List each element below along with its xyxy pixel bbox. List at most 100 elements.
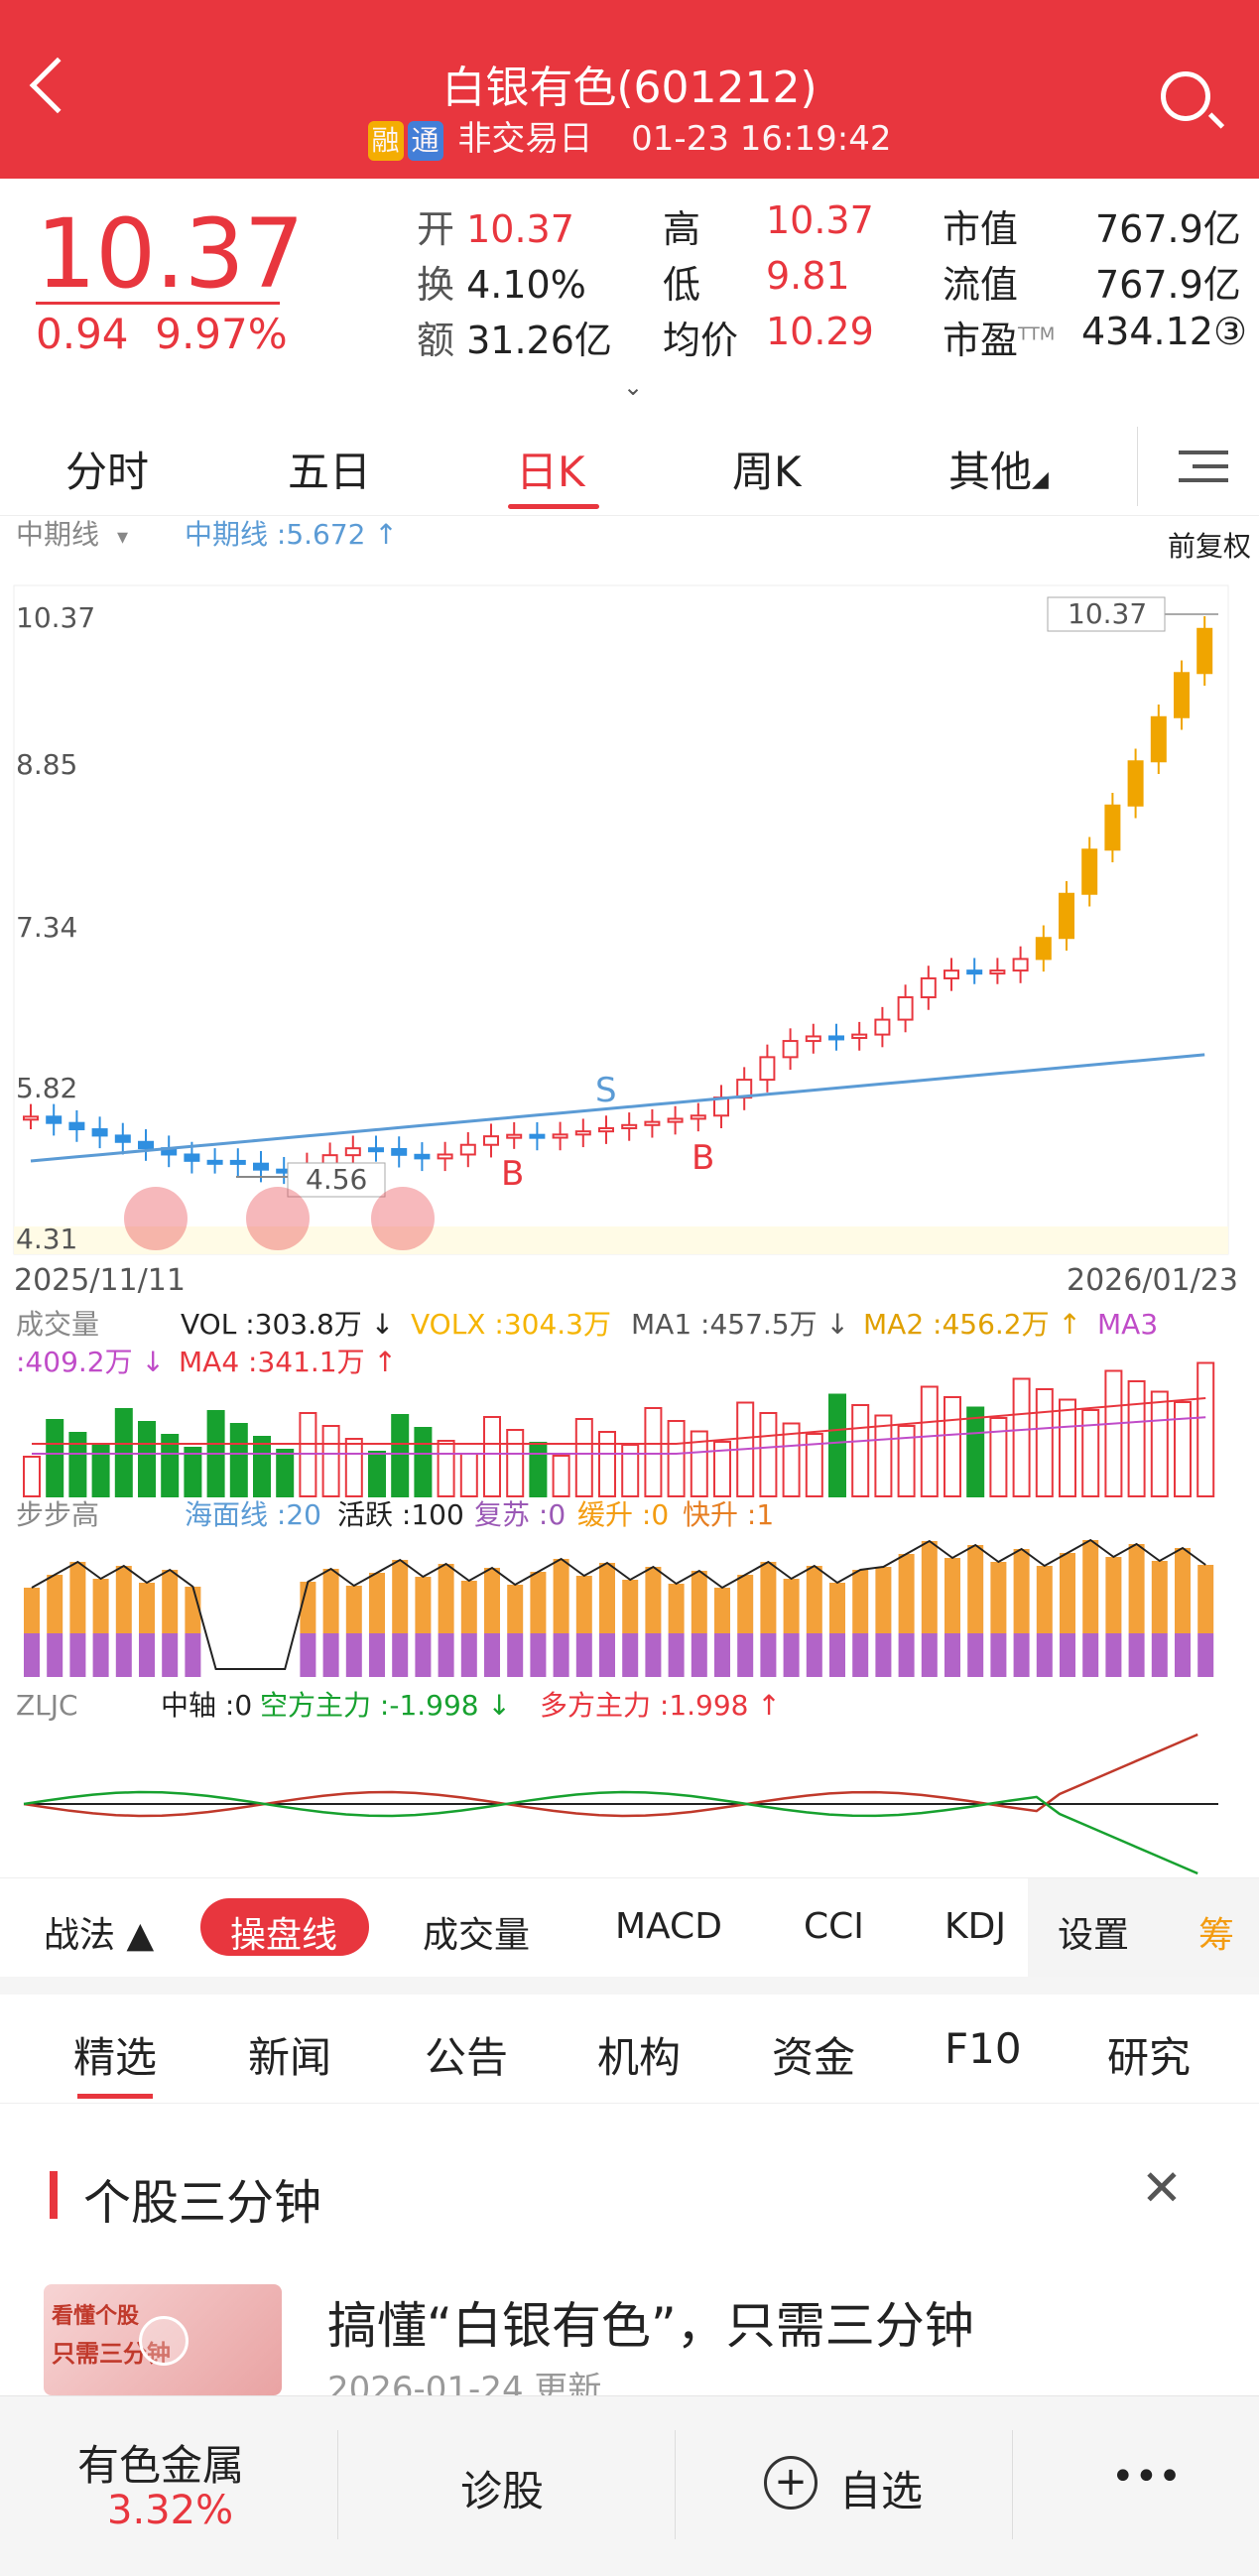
- margin-tag: 融: [367, 120, 404, 161]
- candle-body: [574, 1130, 591, 1136]
- step-bar-purple: [92, 1633, 109, 1677]
- step-bar-orange: [1013, 1549, 1030, 1633]
- step-bar-orange: [1105, 1557, 1122, 1633]
- ma4-value: MA4 :341.1万 ↑: [179, 1346, 397, 1378]
- tab-research[interactable]: 研究: [1107, 2024, 1191, 2085]
- volume-bar: [552, 1455, 570, 1497]
- candle-body: [459, 1143, 476, 1156]
- volume-bar: [229, 1423, 248, 1497]
- step-bar-purple: [322, 1633, 339, 1677]
- pe-value: 434.12③: [1081, 310, 1248, 353]
- volume-bar: [184, 1447, 202, 1497]
- divider: [675, 2430, 676, 2539]
- step-bar-purple: [530, 1633, 547, 1677]
- volume-label: 成交量: [16, 1308, 99, 1341]
- tab-announcements[interactable]: 公告: [425, 2024, 508, 2085]
- tab-daily-k[interactable]: 日K: [516, 439, 585, 499]
- volume-bar: [1174, 1401, 1192, 1497]
- stock-title: 白银有色(601212): [441, 63, 818, 113]
- candle-body: [483, 1135, 499, 1146]
- tab-funds[interactable]: 资金: [772, 2024, 855, 2085]
- volume-bar: [828, 1393, 846, 1497]
- macd-indicator[interactable]: MACD: [615, 1906, 722, 1947]
- step-bar-purple: [921, 1633, 938, 1677]
- vol-value: VOL :303.8万 ↓: [181, 1308, 394, 1341]
- strategy-menu[interactable]: 战法 ▲: [44, 1906, 154, 1958]
- volume-bar: [414, 1427, 433, 1497]
- tab-weekly-k[interactable]: 周K: [732, 439, 802, 499]
- k-line-chart[interactable]: 中期线 ▾ 中期线 :5.672 ↑ 前复权 10.37 8.85 7.34 5…: [0, 508, 1259, 1877]
- price-underline: [36, 302, 280, 305]
- bbg-active: 活跃 :100: [337, 1498, 464, 1531]
- candle-body: [437, 1153, 453, 1160]
- chart-settings-list-icon[interactable]: [1179, 447, 1228, 486]
- volume-bar: [759, 1412, 778, 1497]
- video-thumbnail[interactable]: 看懂个股 只需三分钟: [44, 2284, 282, 2395]
- step-bar-purple: [507, 1633, 524, 1677]
- y-tick: 5.82: [16, 1072, 77, 1104]
- volume-bar: [368, 1451, 386, 1497]
- step-bar-purple: [47, 1633, 63, 1677]
- volume-bar: [1196, 1361, 1215, 1497]
- bbg-sea-line: 海面线 :20: [185, 1498, 321, 1531]
- add-watchlist-icon[interactable]: +: [764, 2456, 818, 2510]
- tab-other[interactable]: 其他◢: [948, 439, 1049, 499]
- tab-intraday[interactable]: 分时: [65, 439, 149, 499]
- chips-button[interactable]: 筹: [1198, 1906, 1234, 1958]
- candle-body: [851, 1033, 868, 1040]
- volume-bar: [529, 1442, 548, 1497]
- tab-featured[interactable]: 精选: [73, 2024, 157, 2085]
- volume-bar: [483, 1416, 501, 1497]
- indicator-settings-button[interactable]: 设置: [1058, 1906, 1129, 1958]
- step-bar-purple: [369, 1633, 385, 1677]
- y-tick: 7.34: [16, 911, 77, 944]
- step-bar-orange: [438, 1564, 454, 1633]
- step-bar-purple: [1105, 1633, 1122, 1677]
- candle-body: [828, 1035, 844, 1041]
- candle-body: [1035, 937, 1052, 961]
- kline-indicator-header: 中期线 ▾ 中期线 :5.672 ↑ 前复权: [16, 518, 1251, 563]
- more-menu-icon[interactable]: •••: [1111, 2454, 1182, 2500]
- step-bar-purple: [162, 1633, 179, 1677]
- step-bar-purple: [575, 1633, 592, 1677]
- trading-status: 非交易日: [457, 119, 593, 159]
- watchlist-button[interactable]: 自选: [839, 2458, 923, 2518]
- cci-indicator[interactable]: CCI: [804, 1906, 864, 1947]
- ma3-label: MA3: [1097, 1308, 1158, 1341]
- expand-chevron-icon[interactable]: ⌄: [623, 373, 643, 401]
- step-bar-purple: [783, 1633, 800, 1677]
- card-headline[interactable]: 搞懂“白银有色”，只需三分钟: [327, 2286, 974, 2358]
- tab-five-day[interactable]: 五日: [288, 439, 371, 499]
- step-bar-purple: [415, 1633, 432, 1677]
- header-subtitle: 融通 非交易日 01-23 16:19:42: [0, 111, 1259, 161]
- step-bar-purple: [990, 1633, 1007, 1677]
- diagnose-button[interactable]: 诊股: [460, 2458, 544, 2518]
- tab-institutions[interactable]: 机构: [597, 2024, 681, 2085]
- step-bar-purple: [806, 1633, 822, 1677]
- candle-body: [667, 1117, 684, 1123]
- date-end: 2026/01/23: [1067, 1263, 1238, 1298]
- sector-name[interactable]: 有色金属: [77, 2432, 244, 2493]
- step-bar-purple: [139, 1633, 155, 1677]
- candle-body: [23, 1115, 39, 1121]
- step-bar-purple: [1013, 1633, 1030, 1677]
- volume-indicator[interactable]: 成交量: [423, 1906, 530, 1958]
- step-bar-orange: [69, 1562, 86, 1633]
- step-bar-purple: [300, 1633, 316, 1677]
- candle-body: [966, 969, 983, 975]
- kdj-indicator[interactable]: KDJ: [944, 1906, 1006, 1947]
- step-bar-orange: [852, 1570, 869, 1633]
- tab-news[interactable]: 新闻: [248, 2024, 331, 2085]
- candle-body: [391, 1147, 408, 1156]
- search-icon[interactable]: [1161, 71, 1210, 121]
- close-icon[interactable]: ✕: [1141, 2159, 1183, 2217]
- play-icon[interactable]: [139, 2316, 189, 2366]
- volume-bar: [437, 1440, 455, 1497]
- operate-line-label[interactable]: 操盘线: [230, 1906, 337, 1958]
- step-bar-orange: [921, 1541, 938, 1633]
- zljc-label: ZLJC: [16, 1689, 78, 1722]
- volume-bar: [851, 1404, 870, 1497]
- volume-bar: [506, 1429, 525, 1497]
- step-bar-purple: [1175, 1633, 1191, 1677]
- tab-f10[interactable]: F10: [944, 2024, 1022, 2073]
